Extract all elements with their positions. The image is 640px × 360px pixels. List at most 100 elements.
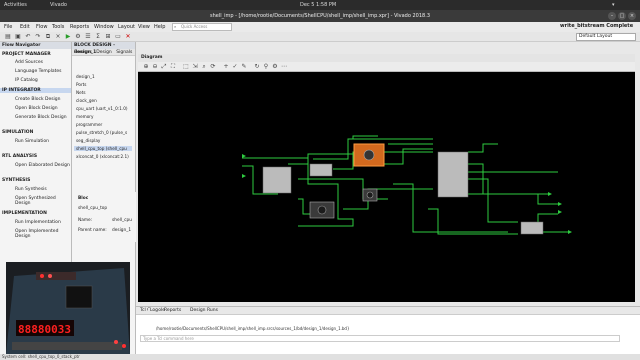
undo-icon[interactable]: ↶ <box>24 33 32 41</box>
nav-open-elaborated-design[interactable]: Open Elaborated Design <box>15 163 70 168</box>
nav-ip-catalog[interactable]: IP Catalog <box>15 78 38 83</box>
section-implementation[interactable]: IMPLEMENTATION <box>2 211 47 216</box>
nav-run-synthesis[interactable]: Run Synthesis <box>15 187 47 192</box>
tab-design[interactable]: Design <box>96 50 112 55</box>
menu-view[interactable]: View <box>138 24 150 30</box>
nav-add-sources[interactable]: Add Sources <box>15 60 43 65</box>
regenerate-icon[interactable]: ⟳ <box>209 63 217 71</box>
tree-programmer[interactable]: programmer <box>76 122 102 127</box>
block-logo-icon <box>366 191 374 199</box>
tree-seg-display[interactable]: seg_display <box>76 138 100 143</box>
wire <box>468 143 498 153</box>
nav-open-implemented-design[interactable]: Open Implemented Design <box>15 229 71 239</box>
block-memory[interactable] <box>437 151 469 198</box>
tree-pulse-stretch[interactable]: pulse_stretch_0 (pulse_s <box>76 130 127 135</box>
tree-memory[interactable]: memory <box>76 114 94 119</box>
diagram-tab[interactable]: Diagram <box>138 54 635 62</box>
close-layout-icon[interactable]: ✕ <box>124 33 132 41</box>
wrench-icon[interactable]: ✎ <box>240 63 248 71</box>
name-value[interactable]: shell_cpu <box>112 218 132 223</box>
new-project-icon[interactable]: ▤ <box>4 33 12 41</box>
output-port-icon <box>568 230 572 234</box>
tab-log[interactable]: Log <box>148 308 159 313</box>
more-icon[interactable]: ⋯ <box>280 63 288 71</box>
section-synthesis[interactable]: SYNTHESIS <box>2 178 30 183</box>
menu-reports[interactable]: Reports <box>70 24 89 30</box>
block-seg-display[interactable] <box>520 221 544 235</box>
tree-cpu-uart[interactable]: cpu_uart (uart_v1_0:1.0) <box>76 106 128 111</box>
select-area-icon[interactable]: ⬚ <box>182 63 190 71</box>
zoom-in-icon[interactable]: ⊕ <box>142 63 150 71</box>
run-icon[interactable]: ▶ <box>64 33 72 41</box>
section-ip-integrator[interactable]: IP INTEGRATOR <box>0 88 71 93</box>
close-icon[interactable]: × <box>628 12 636 20</box>
activities-button[interactable]: Activities <box>4 2 27 8</box>
sum-icon[interactable]: Σ <box>94 33 102 41</box>
tab-reports[interactable]: Reports <box>164 308 181 313</box>
validate-icon[interactable]: ✓ <box>231 63 239 71</box>
window-icon[interactable]: ▭ <box>114 33 122 41</box>
minimize-icon[interactable]: – <box>608 12 616 20</box>
program-icon[interactable]: ⚙ <box>74 33 82 41</box>
clock[interactable]: Dec 5 1:58 PM <box>300 2 336 8</box>
search-icon[interactable]: ⌕ <box>200 63 208 71</box>
quick-access-search[interactable]: ⌕ Quick Access <box>172 23 232 31</box>
add-ip-icon[interactable]: + <box>222 63 230 71</box>
expand-icon[interactable]: ⇲ <box>191 63 199 71</box>
layout-select[interactable]: Default Layout <box>576 33 636 41</box>
tab-sources[interactable]: Sources <box>74 50 92 55</box>
tree-shell-cpu-top[interactable]: shell_cpu_top (shell_cpu <box>74 146 132 151</box>
nav-language-templates[interactable]: Language Templates <box>15 69 62 74</box>
menu-window[interactable]: Window <box>94 24 114 30</box>
section-rtl-analysis[interactable]: RTL ANALYSIS <box>2 154 37 159</box>
menu-tools[interactable]: Tools <box>52 24 64 30</box>
zoom-out-icon[interactable]: ⊖ <box>151 63 159 71</box>
tree-clock-gen[interactable]: clock_gen <box>76 98 97 103</box>
pin-icon[interactable]: ⚲ <box>262 63 270 71</box>
app-menu[interactable]: Vivado <box>50 2 67 8</box>
menu-help[interactable]: Help <box>154 24 165 30</box>
settings-icon[interactable]: ⚙ <box>271 63 279 71</box>
nav-run-implementation[interactable]: Run Implementation <box>15 220 61 225</box>
tcl-command-input[interactable]: Type a Tcl command here <box>140 335 620 342</box>
menu-bar: File Edit Flow Tools Reports Window Layo… <box>0 22 640 32</box>
seven-seg-digits: 88880033 <box>18 323 71 336</box>
nav-generate-block-design[interactable]: Generate Block Design <box>15 115 67 120</box>
section-simulation[interactable]: SIMULATION <box>2 130 33 135</box>
settings-icon[interactable]: ☰ <box>84 33 92 41</box>
output-port-icon <box>548 192 552 196</box>
refresh-icon[interactable]: ↻ <box>253 63 261 71</box>
menu-edit[interactable]: Edit <box>20 24 30 30</box>
block-diagram-canvas[interactable] <box>138 54 635 302</box>
network-icon[interactable]: ▾ <box>612 2 615 8</box>
save-icon[interactable]: ▣ <box>14 33 22 41</box>
menu-flow[interactable]: Flow <box>36 24 47 30</box>
flow-navigator-title: Flow Navigator <box>0 42 71 49</box>
section-project-manager[interactable]: PROJECT MANAGER <box>2 52 51 57</box>
search-icon: ⌕ <box>174 24 177 29</box>
nav-open-block-design[interactable]: Open Block Design <box>15 106 58 111</box>
tab-signals[interactable]: Signals <box>116 50 132 55</box>
menu-file[interactable]: File <box>4 24 12 30</box>
tab-design-runs[interactable]: Design Runs <box>190 308 218 313</box>
nav-open-synthesized-design[interactable]: Open Synthesized Design <box>15 196 71 206</box>
nav-create-block-design[interactable]: Create Block Design <box>15 97 61 102</box>
zoom-area-icon[interactable]: ⛶ <box>169 63 177 71</box>
nav-run-simulation[interactable]: Run Simulation <box>15 139 49 144</box>
menu-layout[interactable]: Layout <box>118 24 135 30</box>
parent-label: Parent name: <box>78 228 107 233</box>
run-status-label: write_bitstream Complete <box>560 23 634 29</box>
tree-ports[interactable]: Ports <box>76 82 86 87</box>
tree-xlconcat[interactable]: xlconcat_0 (xlconcat:2.1) <box>76 154 129 159</box>
redo-icon[interactable]: ↷ <box>34 33 42 41</box>
layout-icon[interactable]: ⊞ <box>104 33 112 41</box>
tree-nets[interactable]: Nets <box>76 90 86 95</box>
fit-icon[interactable]: ⤢ <box>160 63 168 71</box>
led-icon <box>48 274 52 278</box>
block-pulse-stretch[interactable] <box>309 163 333 177</box>
copy-icon[interactable]: ⧉ <box>44 33 52 41</box>
tree-design-root[interactable]: design_1 <box>76 74 95 79</box>
delete-icon[interactable]: × <box>54 33 62 41</box>
maximize-icon[interactable]: □ <box>618 12 626 20</box>
block-clock-gen[interactable] <box>262 166 292 194</box>
